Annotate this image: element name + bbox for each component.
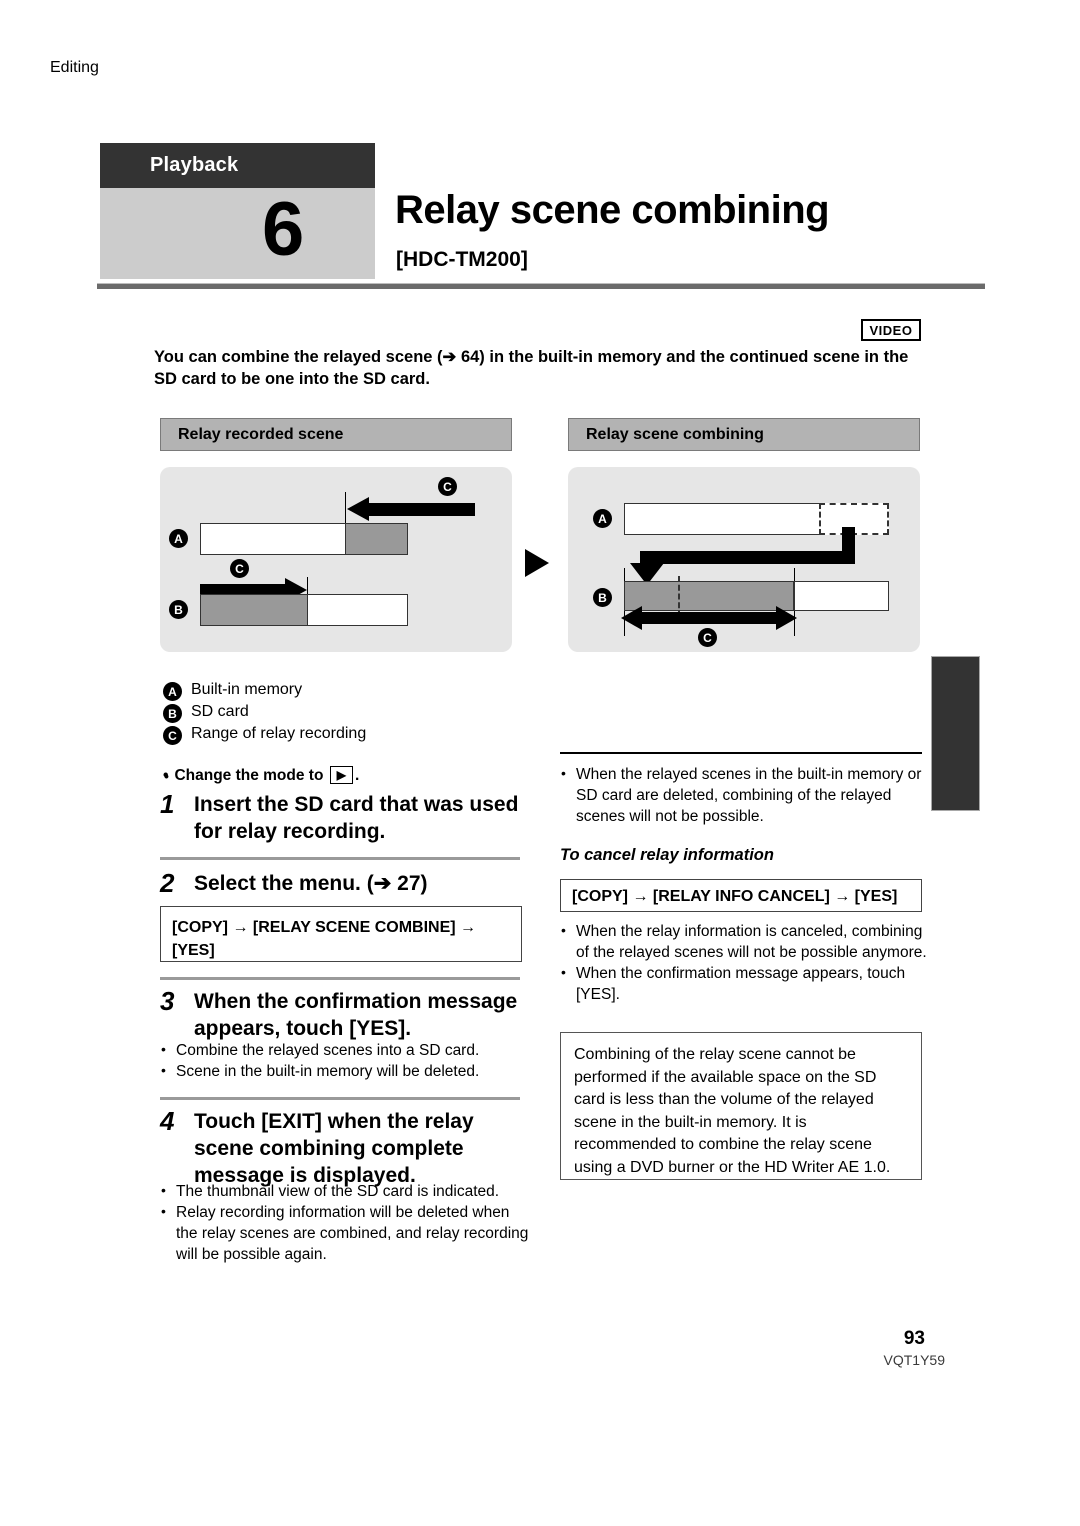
bullet-item: When the confirmation message appears, t… [560, 962, 932, 1005]
bar2-a-white-segment [624, 503, 820, 535]
bullet-item: When the relayed scenes in the built-in … [560, 763, 932, 827]
section-label: Editing [50, 59, 99, 76]
document-code: VQT1Y59 [883, 1352, 945, 1368]
elbow-arrow-vertical [842, 527, 855, 557]
page-title: Relay scene combining [395, 188, 830, 232]
diagram-caption-left: Relay recorded scene [160, 418, 512, 451]
right-bullets: When the relay information is canceled, … [560, 920, 932, 1005]
video-badge-label: VIDEO [869, 322, 913, 338]
legend-marker-b: B [163, 704, 182, 723]
step-1-number: 1 [160, 789, 175, 819]
mode-change-note-text: Change the mode to [174, 767, 324, 784]
warning-note-text: Combining of the relay scene cannot be p… [574, 1046, 891, 1176]
diagram-legend: A Built-in memory B SD card C Range of r… [163, 680, 523, 746]
tick-boundary-a [345, 492, 346, 525]
section-number: 6 [262, 187, 304, 272]
step-1-text: Insert the SD card that was used for rel… [194, 793, 519, 843]
step-4-bullets: The thumbnail view of the SD card is ind… [160, 1180, 532, 1265]
step-2-number: 2 [160, 868, 175, 898]
legend-label-c: Range of relay recording [191, 725, 367, 742]
legend-item: B SD card [163, 702, 523, 724]
diagram-caption-right-label: Relay scene combining [586, 425, 764, 443]
bullet-item: When the relay information is canceled, … [560, 920, 932, 963]
bar-b-gray-segment [200, 594, 308, 626]
diagram-panel-relay-recorded: C A C B [160, 467, 512, 652]
legend-label-b: SD card [191, 703, 249, 720]
bullet-item: Combine the relayed scenes into a SD car… [160, 1039, 530, 1061]
bar-a-gray-segment [345, 523, 408, 555]
side-thumb-tab [931, 656, 980, 811]
bullet-item: Relay recording information will be dele… [160, 1201, 532, 1265]
diagram-caption-left-label: Relay recorded scene [178, 425, 344, 443]
menu-path-combine-box: [COPY] → [RELAY SCENE COMBINE] → [YES] [160, 906, 522, 962]
divider-3 [160, 1097, 520, 1100]
bullet-item: The thumbnail view of the SD card is ind… [160, 1180, 532, 1202]
diagram-marker-c-mid: C [230, 559, 249, 578]
diagram2-marker-c: C [698, 628, 717, 647]
step-1: 1 Insert the SD card that was used for r… [160, 789, 522, 845]
chapter-label: Playback [150, 154, 239, 176]
bar-b-white-segment [307, 594, 408, 626]
diagram-marker-b: B [169, 600, 188, 619]
step-3: 3 When the confirmation message appears,… [160, 986, 522, 1042]
header-block: Playback [100, 143, 375, 279]
between-diagrams-arrow-icon [525, 549, 549, 577]
page-number: 93 [903, 1328, 925, 1349]
range-arrow-shaft [640, 612, 780, 624]
mode-change-note: •Change the mode to ▶. [163, 765, 523, 786]
step-4-text: Touch [EXIT] when the relay scene combin… [194, 1110, 474, 1187]
legend-marker-c: C [163, 726, 182, 745]
bar-a-white-segment [200, 523, 346, 555]
diagram-marker-c-top: C [438, 477, 457, 496]
diagram2-marker-b: B [593, 588, 612, 607]
range-arrow-head-right [776, 606, 797, 630]
legend-item: C Range of relay recording [163, 724, 523, 746]
model-name: [HDC-TM200] [396, 248, 528, 271]
chapter-bar: Playback [100, 143, 375, 188]
diagram-panel-relay-combining: A B C [568, 467, 920, 652]
step-3-text: When the confirmation message appears, t… [194, 990, 518, 1040]
video-badge: VIDEO [861, 319, 921, 341]
right-top-bullet: When the relayed scenes in the built-in … [560, 763, 932, 827]
diagram2-marker-a: A [593, 509, 612, 528]
legend-label-a: Built-in memory [191, 681, 303, 698]
step-3-bullets: Combine the relayed scenes into a SD car… [160, 1039, 530, 1082]
menu-path-combine-text: [COPY] → [RELAY SCENE COMBINE] → [YES] [172, 919, 477, 959]
warning-note-box: Combining of the relay scene cannot be p… [560, 1032, 922, 1180]
manual-page: Playback Editing 6 Relay scene combining… [0, 0, 1080, 1526]
step-4-number: 4 [160, 1106, 175, 1136]
bar2-b-white-segment [794, 581, 889, 611]
step-4: 4 Touch [EXIT] when the relay scene comb… [160, 1106, 526, 1189]
bullet-item: Scene in the built-in memory will be del… [160, 1060, 530, 1082]
menu-path-cancel-box: [COPY] → [RELAY INFO CANCEL] → [YES] [560, 879, 922, 912]
mode-change-note-suffix: . [354, 767, 360, 784]
bar2-b-gray-segment [624, 581, 794, 611]
cancel-relay-subheading: To cancel relay information [560, 846, 774, 864]
diagram-marker-a: A [169, 529, 188, 548]
bar2-b-split-dash [678, 576, 680, 617]
elbow-arrow-horizontal [640, 551, 855, 564]
range-arrow-head-left [621, 606, 642, 630]
intro-text: You can combine the relayed scene (➔ 64)… [154, 348, 909, 388]
right-column-divider [560, 752, 922, 754]
arrow-head-left-a [347, 497, 369, 521]
legend-marker-a: A [163, 682, 182, 701]
divider-1 [160, 857, 520, 860]
section-band [100, 188, 375, 279]
header-rule [97, 283, 985, 289]
menu-path-cancel-text: [COPY] → [RELAY INFO CANCEL] → [YES] [572, 888, 898, 905]
legend-item: A Built-in memory [163, 680, 523, 702]
step-3-number: 3 [160, 986, 175, 1016]
arrow-shaft-left-a [368, 503, 475, 516]
step-2: 2 Select the menu. (➔ 27) [160, 868, 522, 898]
diagram-caption-right: Relay scene combining [568, 418, 920, 451]
playback-mode-icon: ▶ [329, 766, 353, 784]
step-2-text: Select the menu. (➔ 27) [194, 872, 428, 895]
divider-2 [160, 977, 520, 980]
